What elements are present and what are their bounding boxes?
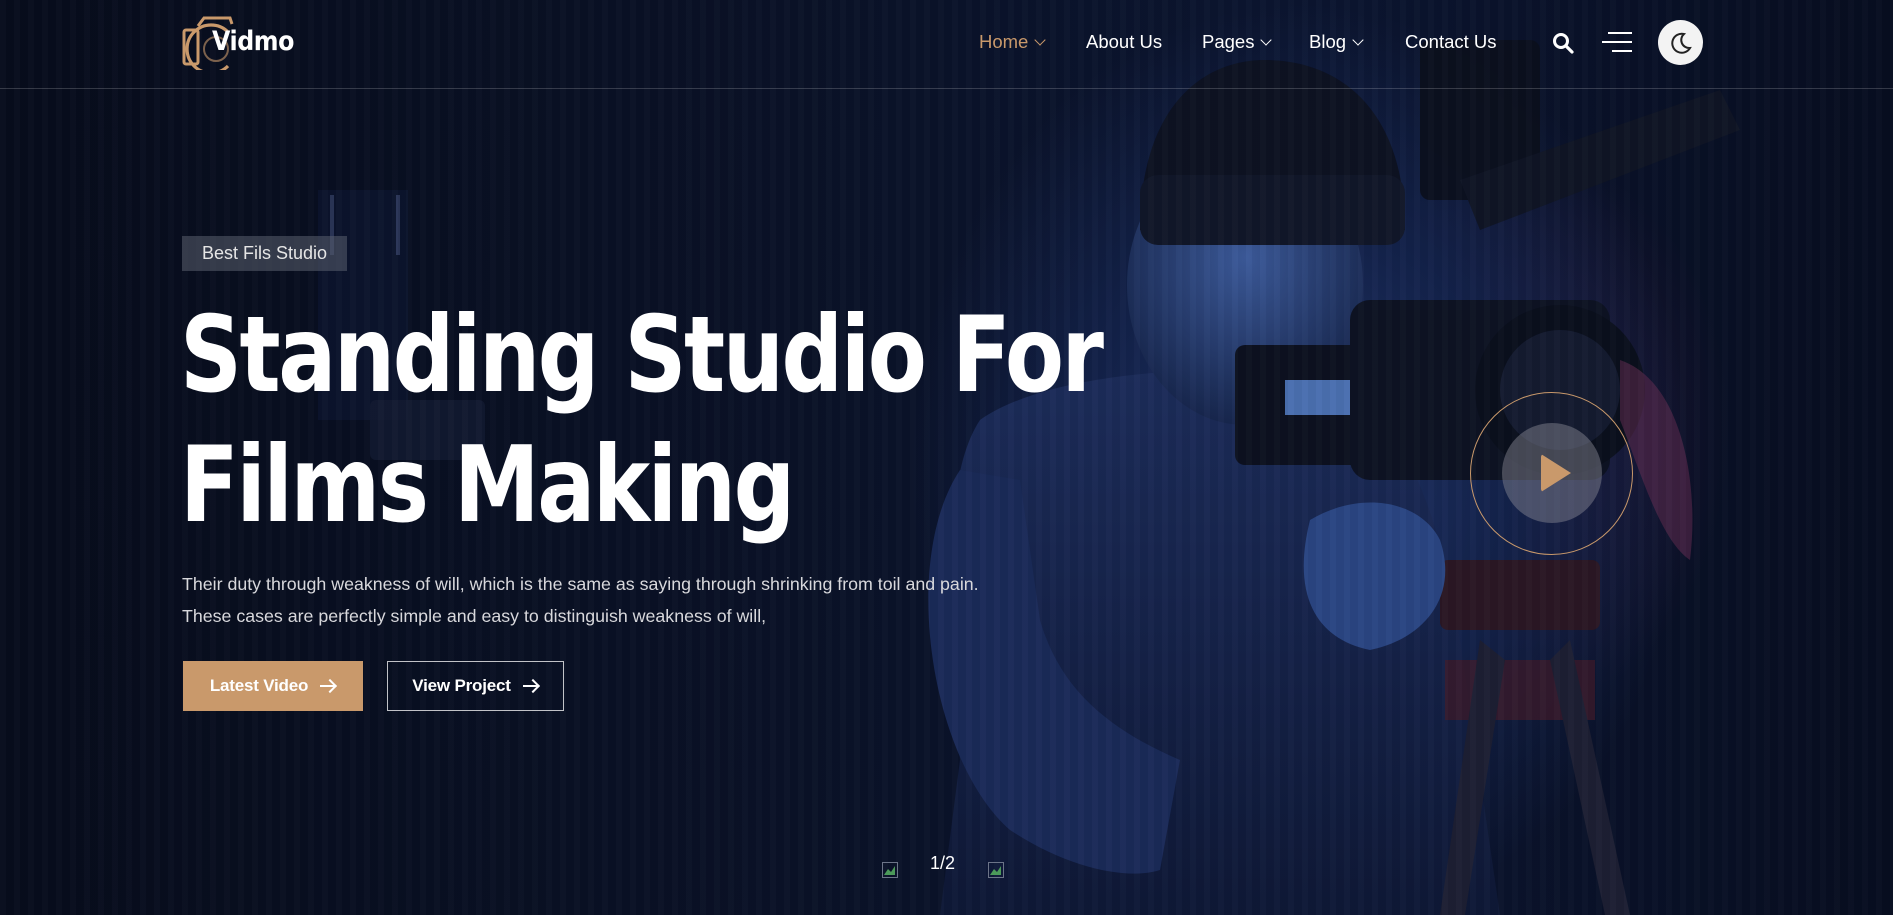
play-icon [1541,454,1571,492]
nav-label: Home [979,31,1029,52]
hero-title-line-1: Standing Studio For [180,294,1104,416]
view-project-button[interactable]: View Project [387,661,564,711]
menu-icon[interactable] [1602,31,1634,53]
hero-title: Standing Studio For Films Making [180,290,1104,550]
latest-video-button[interactable]: Latest Video [183,661,363,711]
hero-description-line-1: Their duty through weakness of will, whi… [182,574,979,594]
play-video-button[interactable] [1502,423,1602,523]
arrow-right-icon [522,680,539,692]
nav-item-contact[interactable]: Contact Us [1405,31,1497,53]
hero-badge: Best Fils Studio [182,236,348,271]
hero-title-line-2: Films Making [180,424,795,546]
nav-item-pages[interactable]: Pages [1202,31,1273,53]
view-project-label: View Project [412,676,511,695]
moon-icon [1670,32,1692,54]
nav-item-about[interactable]: About Us [1086,31,1162,53]
hero-description: Their duty through weakness of will, whi… [182,568,979,632]
nav-label: About Us [1086,31,1163,52]
nav-label: Pages [1202,31,1255,52]
chevron-down-icon [1034,33,1047,46]
search-icon[interactable] [1552,32,1574,54]
brand-name[interactable]: Vidmo [212,26,294,57]
hero-description-line-2: These cases are perfectly simple and eas… [182,606,767,626]
chevron-down-icon [1260,33,1273,46]
nav-label: Blog [1309,31,1347,52]
nav-label: Contact Us [1405,31,1497,52]
arrow-right-icon [320,680,336,692]
latest-video-label: Latest Video [209,676,309,695]
site-header: Vidmo Home About Us Pages Blog Contact U… [0,0,1893,89]
nav-item-home[interactable]: Home [979,31,1047,53]
prev-arrow-icon[interactable] [882,862,898,878]
theme-toggle-button[interactable] [1658,20,1703,65]
slide-counter: 1/2 [930,853,956,873]
nav-item-blog[interactable]: Blog [1309,31,1364,53]
next-arrow-icon[interactable] [988,862,1004,878]
chevron-down-icon [1352,33,1364,46]
